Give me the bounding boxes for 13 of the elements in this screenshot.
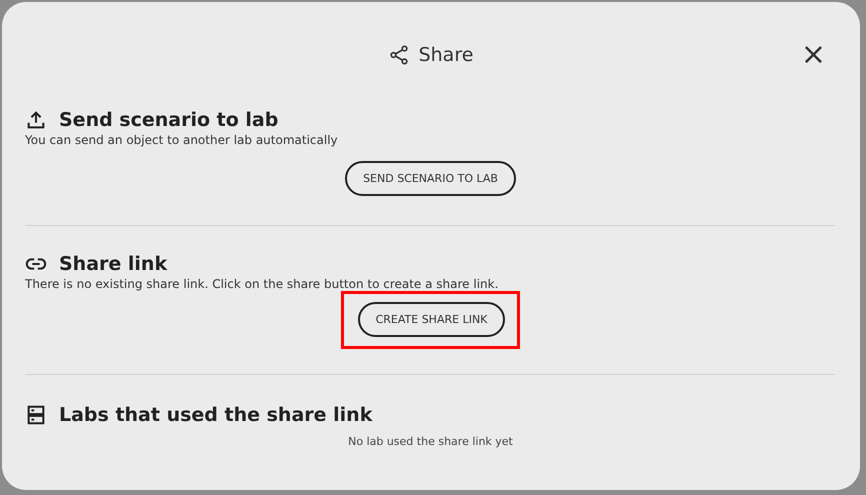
close-button[interactable]: × [800, 40, 826, 70]
upload-icon [25, 109, 47, 131]
section-heading: Share link [59, 253, 168, 275]
dialog-title: Share [418, 44, 474, 66]
share-icon [388, 44, 410, 66]
server-icon [25, 404, 47, 426]
empty-message: No lab used the share link yet [347, 435, 514, 448]
section-description: You can send an object to another lab automatically [25, 133, 339, 147]
action-button[interactable]: SEND SCENARIO TO LAB [345, 161, 516, 196]
section-heading: Labs that used the share link [59, 404, 372, 426]
section-description: There is no existing share link. Click on the share button to create a share link. [25, 277, 500, 291]
action-button[interactable]: CREATE SHARE LINK [358, 302, 506, 337]
section-heading: Send scenario to lab [59, 109, 278, 131]
